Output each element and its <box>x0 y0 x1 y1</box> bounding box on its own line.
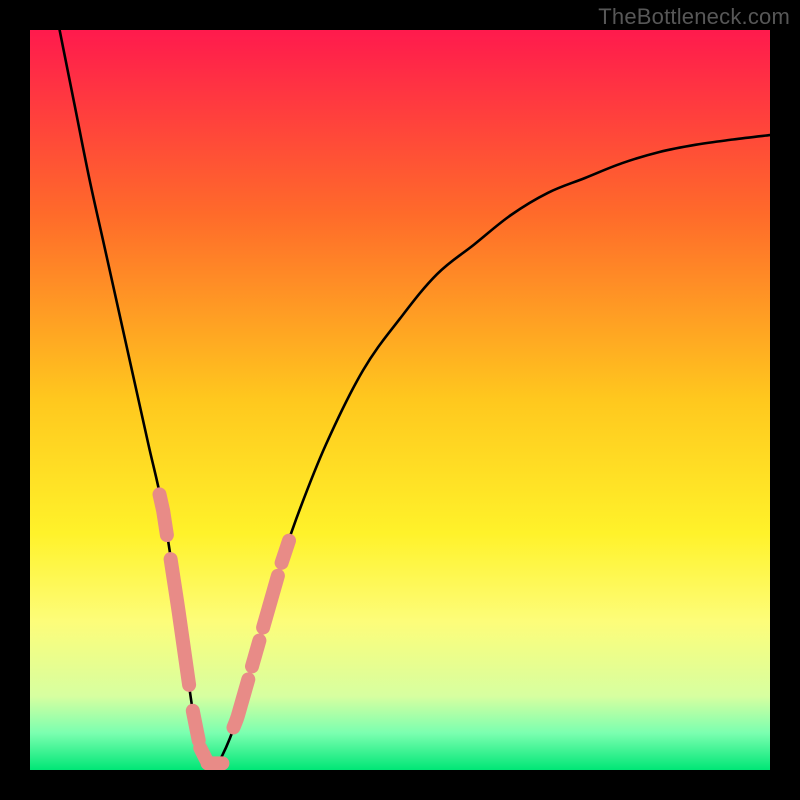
curve-marker-0 <box>160 494 167 535</box>
chart-frame: TheBottleneck.com <box>0 0 800 800</box>
curve-marker-6 <box>252 641 259 667</box>
gradient-background <box>30 30 770 770</box>
plot-area <box>30 30 770 770</box>
curve-marker-8 <box>282 541 289 563</box>
curve-marker-2 <box>193 711 199 741</box>
chart-svg <box>30 30 770 770</box>
watermark-text: TheBottleneck.com <box>598 4 790 30</box>
